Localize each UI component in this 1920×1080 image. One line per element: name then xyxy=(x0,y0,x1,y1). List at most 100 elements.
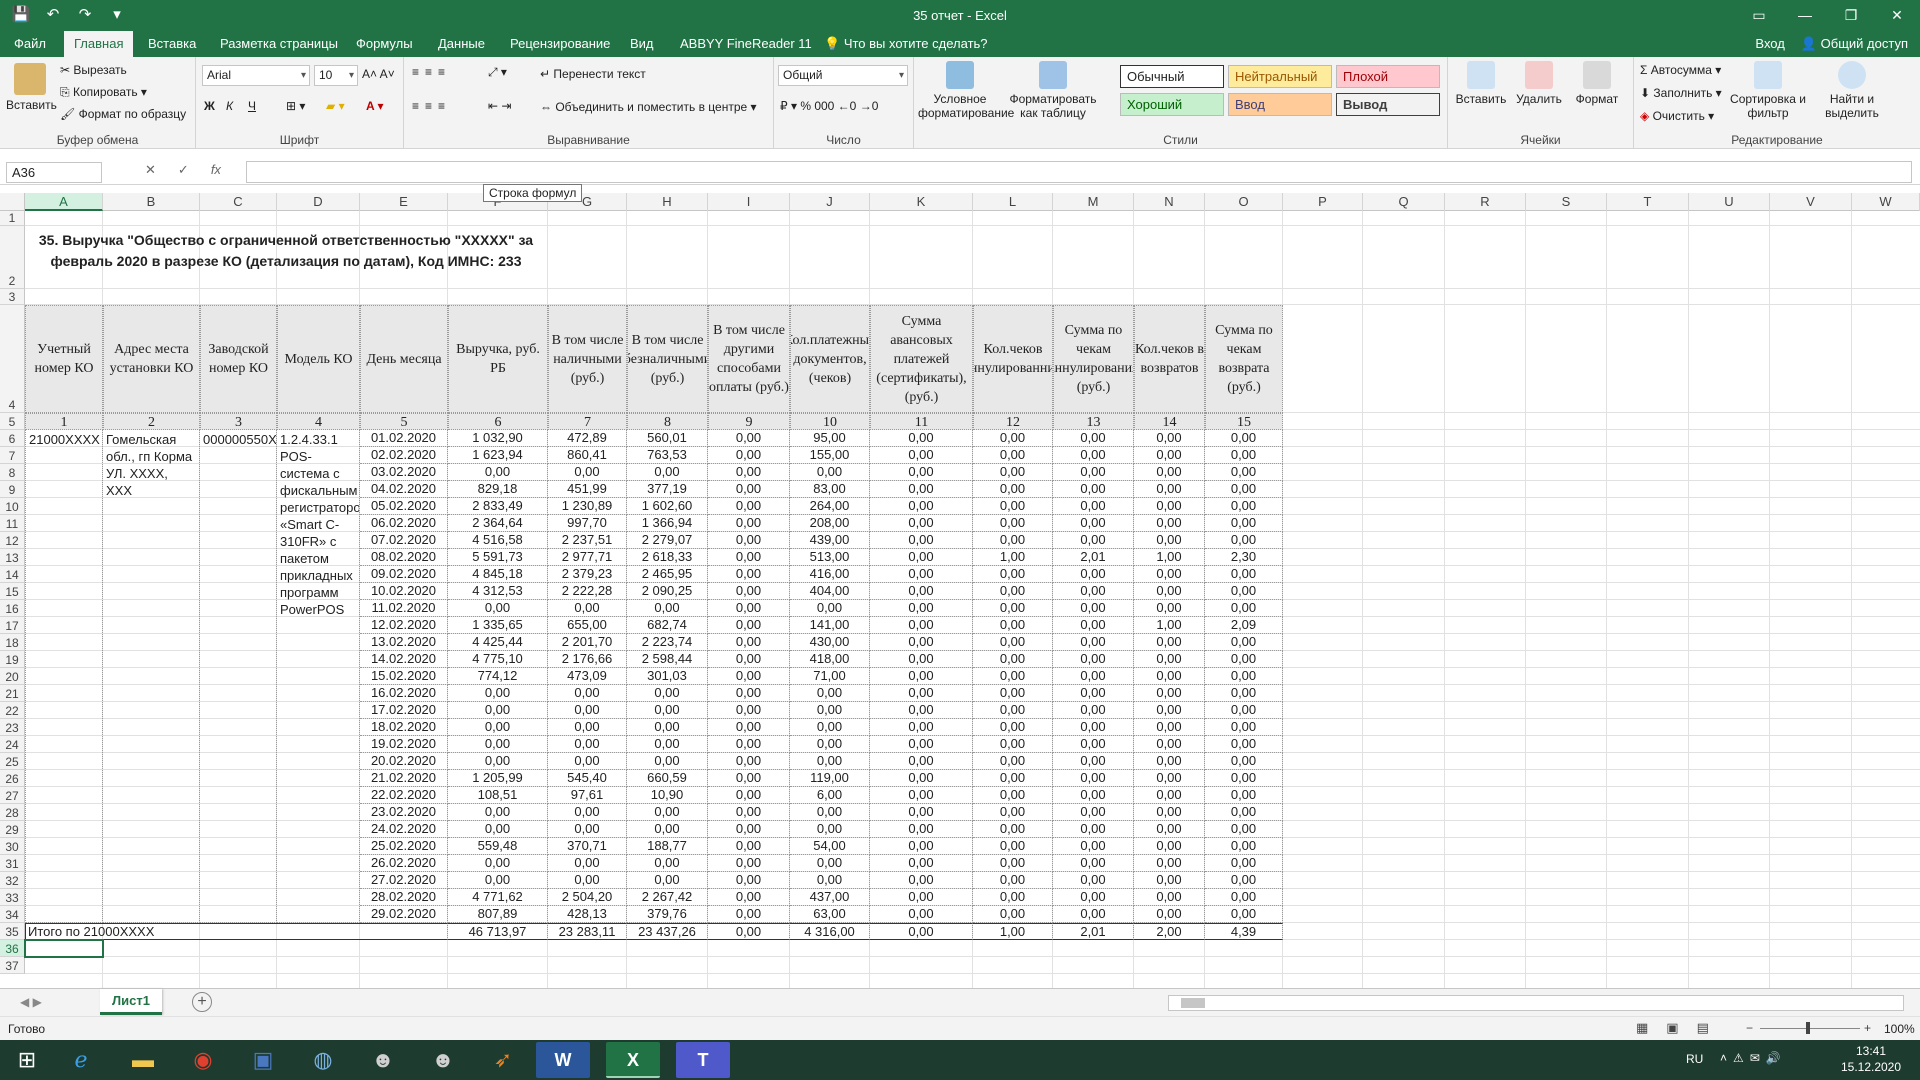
data-cell[interactable]: 0,00 xyxy=(448,855,548,872)
sort-filter-button[interactable]: Сортировка и фильтр xyxy=(1728,61,1808,120)
data-cell[interactable]: 0,00 xyxy=(790,855,870,872)
data-cell[interactable]: 0,00 xyxy=(973,447,1053,464)
merge-center-button[interactable]: ⇔ Объединить и поместить в центре ▾ xyxy=(540,100,757,114)
data-cell[interactable]: 0,00 xyxy=(870,549,973,566)
tell-me-box[interactable]: 💡 Что вы хотите сделать? xyxy=(814,31,998,57)
data-cell[interactable]: 0,00 xyxy=(627,855,708,872)
data-cell[interactable]: 0,00 xyxy=(1134,498,1205,515)
data-cell[interactable]: 0,00 xyxy=(870,498,973,515)
column-header-s[interactable]: S xyxy=(1526,193,1607,211)
column-header-w[interactable]: W xyxy=(1852,193,1920,211)
data-cell[interactable]: 0,00 xyxy=(708,447,790,464)
data-cell[interactable]: 807,89 xyxy=(448,906,548,923)
data-cell[interactable]: 188,77 xyxy=(627,838,708,855)
row-header[interactable]: 17 xyxy=(0,617,25,634)
data-cell[interactable]: 0,00 xyxy=(790,600,870,617)
data-cell[interactable]: 01.02.2020 xyxy=(360,430,448,447)
data-cell[interactable]: 0,00 xyxy=(627,736,708,753)
data-cell[interactable]: 0,00 xyxy=(870,787,973,804)
data-cell[interactable]: 0,00 xyxy=(870,736,973,753)
row-header[interactable]: 31 xyxy=(0,855,25,872)
data-cell[interactable]: 2,01 xyxy=(1053,549,1134,566)
data-cell[interactable]: 1,00 xyxy=(973,549,1053,566)
data-cell[interactable]: 0,00 xyxy=(973,872,1053,889)
data-cell[interactable]: 0,00 xyxy=(1134,447,1205,464)
data-cell[interactable]: 0,00 xyxy=(708,617,790,634)
view-mode-icons[interactable]: ▦▣▤ xyxy=(1636,1020,1727,1036)
formula-input[interactable] xyxy=(246,161,1912,183)
data-cell[interactable]: 04.02.2020 xyxy=(360,481,448,498)
data-cell[interactable]: 0,00 xyxy=(1134,736,1205,753)
data-cell[interactable]: 0,00 xyxy=(870,566,973,583)
data-cell[interactable]: 0,00 xyxy=(708,515,790,532)
style-output[interactable]: Вывод xyxy=(1336,93,1440,116)
style-input[interactable]: Ввод xyxy=(1228,93,1332,116)
data-cell[interactable]: 141,00 xyxy=(790,617,870,634)
data-cell[interactable]: 12.02.2020 xyxy=(360,617,448,634)
data-cell[interactable]: 0,00 xyxy=(790,736,870,753)
data-cell[interactable]: 437,00 xyxy=(790,889,870,906)
data-cell[interactable]: 6,00 xyxy=(790,787,870,804)
data-cell[interactable]: 0,00 xyxy=(870,753,973,770)
data-cell[interactable]: 2 364,64 xyxy=(448,515,548,532)
data-cell[interactable]: 0,00 xyxy=(708,600,790,617)
user-app-icon[interactable]: ☻ xyxy=(356,1042,410,1078)
language-indicator[interactable]: RU xyxy=(1686,1052,1703,1066)
data-cell[interactable]: 0,00 xyxy=(973,753,1053,770)
data-cell[interactable]: 0,00 xyxy=(1134,702,1205,719)
row-header[interactable]: 16 xyxy=(0,600,25,617)
column-header-u[interactable]: U xyxy=(1689,193,1770,211)
data-cell[interactable]: 1,00 xyxy=(1134,617,1205,634)
data-cell[interactable]: 0,00 xyxy=(1205,515,1283,532)
bold-button[interactable]: Ж xyxy=(204,99,215,113)
row-header[interactable]: 24 xyxy=(0,736,25,753)
data-cell[interactable]: 473,09 xyxy=(548,668,627,685)
data-cell[interactable]: 379,76 xyxy=(627,906,708,923)
data-cell[interactable]: 0,00 xyxy=(1205,821,1283,838)
tab-view[interactable]: Вид xyxy=(620,31,664,57)
data-cell[interactable]: 513,00 xyxy=(790,549,870,566)
data-cell[interactable]: 0,00 xyxy=(627,719,708,736)
data-cell[interactable]: 0,00 xyxy=(870,532,973,549)
data-cell[interactable]: 2 618,33 xyxy=(627,549,708,566)
data-cell[interactable]: 2,30 xyxy=(1205,549,1283,566)
data-cell[interactable]: 0,00 xyxy=(1205,889,1283,906)
data-cell[interactable]: 0,00 xyxy=(708,770,790,787)
data-cell[interactable]: 83,00 xyxy=(790,481,870,498)
share-button[interactable]: 👤 Общий доступ xyxy=(1801,31,1908,57)
underline-button[interactable]: Ч xyxy=(248,99,256,113)
column-header-d[interactable]: D xyxy=(277,193,360,211)
data-cell[interactable]: 0,00 xyxy=(627,685,708,702)
data-cell[interactable]: 545,40 xyxy=(548,770,627,787)
row-header[interactable]: 33 xyxy=(0,889,25,906)
data-cell[interactable]: 2 222,28 xyxy=(548,583,627,600)
data-cell[interactable]: 0,00 xyxy=(1134,600,1205,617)
data-cell[interactable]: 0,00 xyxy=(1134,753,1205,770)
data-cell[interactable]: 0,00 xyxy=(1205,600,1283,617)
zoom-thumb[interactable] xyxy=(1806,1022,1810,1034)
data-cell[interactable]: 29.02.2020 xyxy=(360,906,448,923)
font-name-combo[interactable]: Arial xyxy=(202,65,310,86)
data-cell[interactable]: 0,00 xyxy=(1134,889,1205,906)
style-normal[interactable]: Обычный xyxy=(1120,65,1224,88)
data-cell[interactable]: 0,00 xyxy=(1205,702,1283,719)
data-cell[interactable]: 430,00 xyxy=(790,634,870,651)
data-cell[interactable]: 0,00 xyxy=(708,651,790,668)
data-cell[interactable]: 0,00 xyxy=(708,566,790,583)
data-cell[interactable]: 0,00 xyxy=(1134,583,1205,600)
tray-icons[interactable]: ˄⚠✉🔊 xyxy=(1720,1051,1787,1065)
data-cell[interactable]: 0,00 xyxy=(1053,464,1134,481)
enter-icon[interactable]: ✓ xyxy=(178,162,189,178)
user-app2-icon[interactable]: ☻ xyxy=(416,1042,470,1078)
data-cell[interactable]: 0,00 xyxy=(548,736,627,753)
data-cell[interactable]: 0,00 xyxy=(973,532,1053,549)
data-cell[interactable]: 0,00 xyxy=(627,872,708,889)
data-cell[interactable]: 0,00 xyxy=(448,464,548,481)
data-cell[interactable]: 0,00 xyxy=(973,498,1053,515)
style-good[interactable]: Хороший xyxy=(1120,93,1224,116)
data-cell[interactable]: 0,00 xyxy=(973,617,1053,634)
style-bad[interactable]: Плохой xyxy=(1336,65,1440,88)
data-cell[interactable]: 418,00 xyxy=(790,651,870,668)
italic-button[interactable]: К xyxy=(226,99,233,113)
data-cell[interactable]: 0,00 xyxy=(790,753,870,770)
